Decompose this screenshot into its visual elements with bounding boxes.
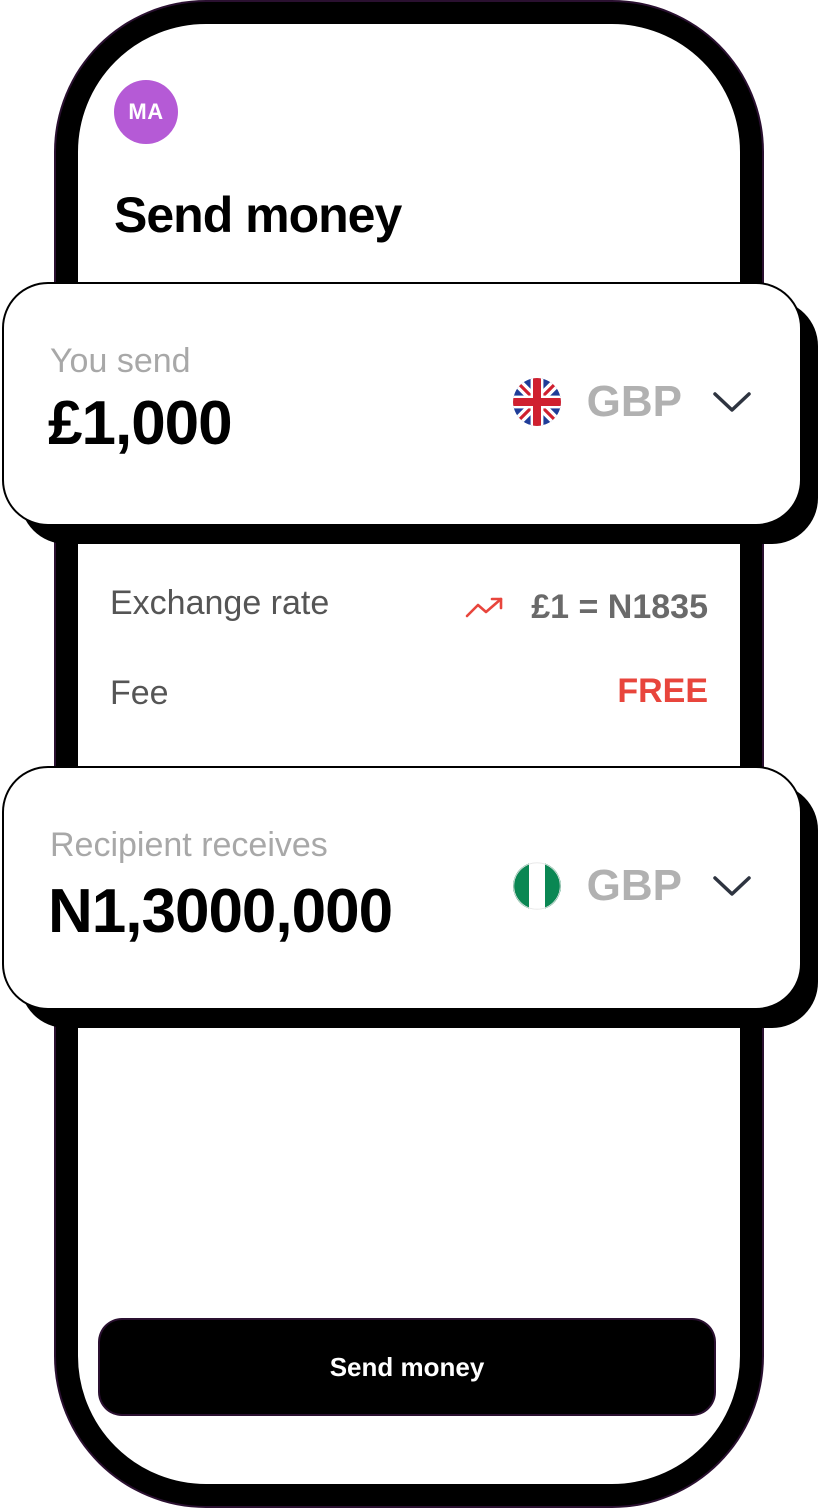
receive-currency-code: GBP	[586, 861, 682, 910]
trending-up-icon	[465, 597, 503, 617]
send-currency-select[interactable]: GBP	[512, 372, 752, 432]
send-money-button[interactable]: Send money	[100, 1320, 714, 1414]
uk-flag-icon	[512, 378, 561, 426]
page-title: Send money	[114, 187, 402, 243]
nigeria-flag-icon	[512, 862, 561, 910]
receive-currency-select[interactable]: GBP	[512, 856, 752, 916]
exchange-rate-label: Exchange rate	[110, 584, 330, 622]
avatar[interactable]: MA	[114, 80, 178, 144]
chevron-down-icon[interactable]	[712, 874, 752, 898]
send-label: You send	[50, 342, 191, 380]
receive-card[interactable]: Recipient receives N1,3000,000 GBP	[2, 766, 802, 1010]
send-amount-input[interactable]: £1,000	[48, 388, 233, 459]
receive-label: Recipient receives	[50, 826, 328, 864]
send-card[interactable]: You send £1,000 GBP	[2, 282, 802, 526]
receive-amount-input[interactable]: N1,3000,000	[48, 876, 393, 947]
exchange-rate-text: £1 = N1835	[531, 588, 708, 626]
fee-value: FREE	[617, 672, 708, 710]
send-currency-code: GBP	[586, 377, 682, 426]
exchange-rate-value: £1 = N1835	[465, 588, 708, 627]
chevron-down-icon[interactable]	[712, 390, 752, 414]
fee-label: Fee	[110, 674, 169, 712]
app-screen: MA Send money You send £1,000 GBP Exchan…	[0, 0, 818, 1510]
